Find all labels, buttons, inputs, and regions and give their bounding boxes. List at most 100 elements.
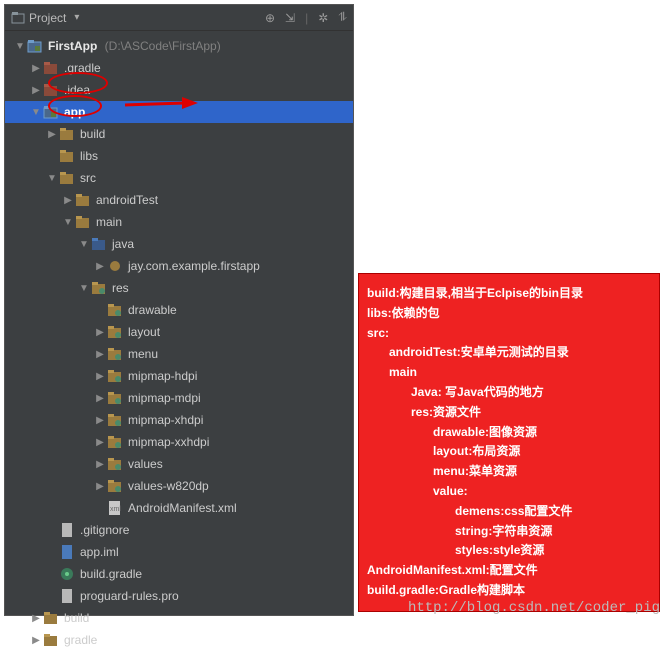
expander-icon[interactable]: ▼ xyxy=(77,239,91,250)
tree-item[interactable]: app.iml xyxy=(5,541,353,563)
note-line: res:资源文件 xyxy=(367,403,651,423)
tree-item[interactable]: ▶ build xyxy=(5,123,353,145)
expander-icon[interactable]: ▶ xyxy=(93,437,107,448)
tree-item-label: .gradle xyxy=(64,61,101,75)
collapse-icon[interactable]: ⇲ xyxy=(285,11,295,25)
file-icon xyxy=(59,588,75,604)
tree-item-label: build xyxy=(80,127,105,141)
tree-item-label: java xyxy=(112,237,134,251)
target-icon[interactable]: ⊕ xyxy=(265,11,275,25)
header-left[interactable]: Project ▾ xyxy=(11,11,79,25)
expander-icon[interactable]: ▶ xyxy=(93,393,107,404)
tree-item[interactable]: ▶androidTest xyxy=(5,189,353,211)
tree-item-label: app xyxy=(64,105,85,119)
tree-item-label: mipmap-xhdpi xyxy=(128,413,203,427)
gradle-icon xyxy=(59,566,75,582)
note-line: demens:css配置文件 xyxy=(367,502,651,522)
expander-icon[interactable]: ▼ xyxy=(77,283,91,294)
settings-icon[interactable]: ✲ xyxy=(318,11,328,25)
note-line: libs:依赖的包 xyxy=(367,304,651,324)
expander-icon[interactable]: ▶ xyxy=(93,371,107,382)
tree-item[interactable]: ▶values-w820dp xyxy=(5,475,353,497)
tree-item[interactable]: ▶mipmap-hdpi xyxy=(5,365,353,387)
tree-item[interactable]: ▼ src xyxy=(5,167,353,189)
tree-item[interactable]: ▼ java xyxy=(5,233,353,255)
expander-icon[interactable]: ▶ xyxy=(93,459,107,470)
chevron-down-icon: ▾ xyxy=(74,12,79,23)
tree-item[interactable]: ▶layout xyxy=(5,321,353,343)
note-line: AndroidManifest.xml:配置文件 xyxy=(367,561,651,581)
tree-item[interactable]: ▼ FirstApp (D:\ASCode\FirstApp) xyxy=(5,35,353,57)
project-icon xyxy=(11,11,25,25)
note-line: build:构建目录,相当于Eclpise的bin目录 xyxy=(367,284,651,304)
xml-icon: xml xyxy=(107,500,123,516)
hide-icon[interactable]: ⥮ xyxy=(338,10,347,25)
folder-red-icon xyxy=(43,82,59,98)
tree-item-label: menu xyxy=(128,347,158,361)
tree-item[interactable]: libs xyxy=(5,145,353,167)
tree-item-label: jay.com.example.firstapp xyxy=(128,259,260,273)
tree-item-label: app.iml xyxy=(80,545,119,559)
tree-item-label: build xyxy=(64,611,89,625)
note-line: Java: 写Java代码的地方 xyxy=(367,383,651,403)
folder-res-icon xyxy=(107,390,123,406)
tree-item[interactable]: ▶ values xyxy=(5,453,353,475)
expander-icon[interactable]: ▶ xyxy=(29,85,43,96)
tree-item-label: build.gradle xyxy=(80,567,142,581)
expander-icon[interactable]: ▶ xyxy=(29,635,43,646)
tree-item[interactable]: ▶mipmap-mdpi xyxy=(5,387,353,409)
panel-title: Project xyxy=(29,11,66,25)
tree-item[interactable]: drawable xyxy=(5,299,353,321)
folder-icon xyxy=(75,192,91,208)
expander-icon[interactable]: ▶ xyxy=(61,195,75,206)
module-icon xyxy=(27,38,43,54)
tree-item[interactable]: ▶mipmap-xxhdpi xyxy=(5,431,353,453)
tree-item[interactable]: ▼ res xyxy=(5,277,353,299)
tree-item[interactable]: ▼ app xyxy=(5,101,353,123)
note-line: menu:菜单资源 xyxy=(367,462,651,482)
package-icon xyxy=(107,258,123,274)
tree-item-label: .idea xyxy=(64,83,90,97)
tree-item-label: res xyxy=(112,281,129,295)
expander-icon[interactable]: ▼ xyxy=(45,173,59,184)
tree-item[interactable]: build.gradle xyxy=(5,563,353,585)
expander-icon[interactable]: ▼ xyxy=(61,217,75,228)
expander-icon[interactable]: ▶ xyxy=(93,481,107,492)
tree-item[interactable]: proguard-rules.pro xyxy=(5,585,353,607)
expander-icon[interactable]: ▶ xyxy=(93,327,107,338)
tree-item[interactable]: ▼main xyxy=(5,211,353,233)
panel-header: Project ▾ ⊕ ⇲ | ✲ ⥮ xyxy=(5,5,353,31)
tree-item[interactable]: ▶ .gradle xyxy=(5,57,353,79)
tree-item[interactable]: ▶gradle xyxy=(5,629,353,651)
tree-item[interactable]: ▶ mipmap-xhdpi xyxy=(5,409,353,431)
note-line: androidTest:安卓单元测试的目录 xyxy=(367,343,651,363)
expander-icon[interactable]: ▶ xyxy=(29,63,43,74)
expander-icon[interactable]: ▶ xyxy=(45,129,59,140)
tree-item-label: src xyxy=(80,171,96,185)
header-toolbar: ⊕ ⇲ | ✲ ⥮ xyxy=(265,10,347,25)
folder-icon xyxy=(43,632,59,648)
note-line: main xyxy=(367,363,651,383)
folder-res-icon xyxy=(107,412,123,428)
tree-item[interactable]: .gitignore xyxy=(5,519,353,541)
folder-icon xyxy=(59,170,75,186)
note-line: build.gradle:Gradle构建脚本 xyxy=(367,581,651,601)
expander-icon[interactable]: ▶ xyxy=(93,261,107,272)
tree-item[interactable]: xmlAndroidManifest.xml xyxy=(5,497,353,519)
tree-item-label: FirstApp (D:\ASCode\FirstApp) xyxy=(48,39,221,53)
tree-item[interactable]: ▶ build xyxy=(5,607,353,629)
tree-item-label: values xyxy=(128,457,163,471)
folder-res-icon xyxy=(107,302,123,318)
expander-icon[interactable]: ▶ xyxy=(93,349,107,360)
tree-item[interactable]: ▶ .idea xyxy=(5,79,353,101)
expander-icon[interactable]: ▼ xyxy=(29,107,43,118)
expander-icon[interactable]: ▶ xyxy=(29,613,43,624)
tree-item[interactable]: ▶ menu xyxy=(5,343,353,365)
folder-red-icon xyxy=(43,60,59,76)
tree-item[interactable]: ▶ jay.com.example.firstapp xyxy=(5,255,353,277)
tree-item-label: .gitignore xyxy=(80,523,129,537)
expander-icon[interactable]: ▼ xyxy=(13,41,27,52)
folder-res-icon xyxy=(107,456,123,472)
expander-icon[interactable]: ▶ xyxy=(93,415,107,426)
folder-res-icon xyxy=(107,324,123,340)
